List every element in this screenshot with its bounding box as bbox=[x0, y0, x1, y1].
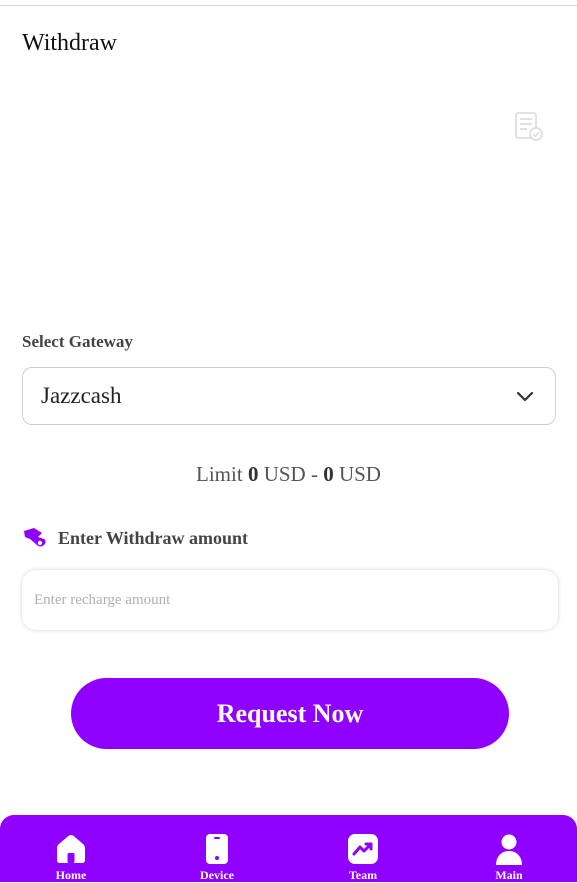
top-divider bbox=[0, 5, 577, 6]
amount-label-row: Enter Withdraw amount bbox=[22, 525, 248, 551]
home-icon bbox=[57, 835, 85, 863]
bottom-nav: Home Device Team Main bbox=[0, 815, 577, 882]
request-now-button[interactable]: Request Now bbox=[71, 678, 509, 749]
team-icon bbox=[348, 834, 378, 864]
limit-max-unit: USD bbox=[338, 462, 381, 486]
gateway-label: Select Gateway bbox=[22, 332, 133, 351]
limit-prefix: Limit bbox=[196, 462, 243, 486]
limit-max: 0 bbox=[323, 462, 334, 486]
withdraw-record-icon[interactable] bbox=[512, 110, 544, 142]
nav-label-home: Home bbox=[55, 868, 87, 882]
nav-item-home[interactable]: Home bbox=[31, 833, 111, 883]
amount-input-container bbox=[22, 570, 558, 630]
nav-label-device: Device bbox=[200, 868, 234, 882]
limit-separator: - bbox=[310, 462, 318, 486]
gateway-selected-value: Jazzcash bbox=[41, 383, 122, 408]
nav-label-main: Main bbox=[495, 868, 523, 882]
nav-label-team: Team bbox=[348, 868, 378, 882]
device-icon bbox=[206, 834, 228, 864]
nav-item-team[interactable]: Team bbox=[323, 833, 403, 883]
nav-item-main[interactable]: Main bbox=[469, 833, 549, 883]
chevron-down-icon bbox=[516, 391, 534, 402]
amount-label: Enter Withdraw amount bbox=[58, 527, 249, 548]
nav-item-device[interactable]: Device bbox=[177, 833, 257, 883]
limit-min-unit: USD bbox=[263, 462, 306, 486]
gateway-select[interactable]: Jazzcash bbox=[22, 367, 556, 425]
limit-min: 0 bbox=[247, 462, 259, 486]
hand-money-icon bbox=[24, 528, 46, 547]
limit-text: Limit 0 USD - 0 USD bbox=[0, 462, 577, 487]
user-icon bbox=[496, 834, 522, 865]
page-title: Withdraw bbox=[22, 30, 118, 56]
amount-input[interactable] bbox=[22, 570, 558, 630]
